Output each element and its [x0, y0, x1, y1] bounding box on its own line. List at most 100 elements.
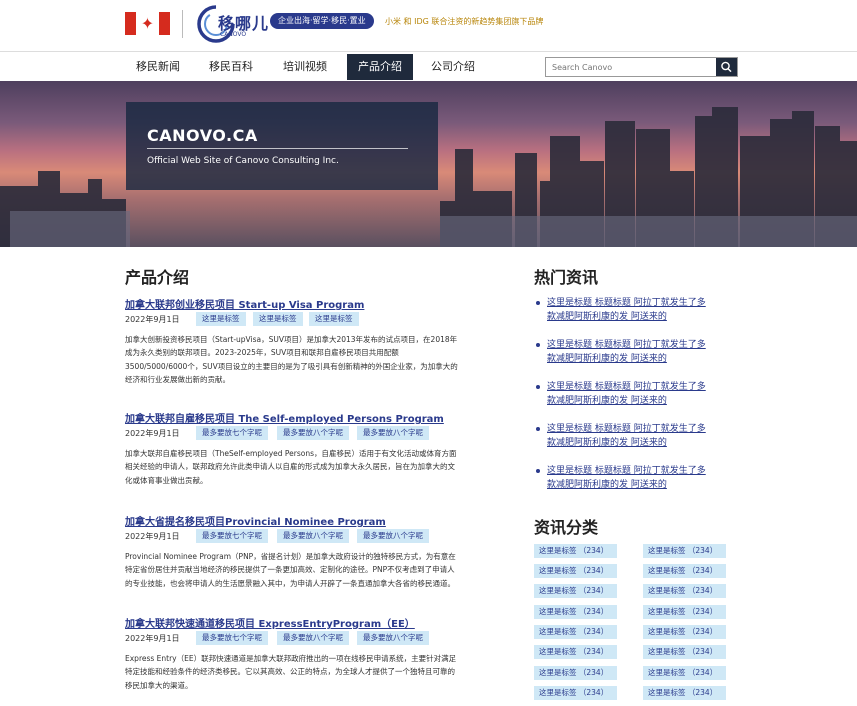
- post-body-line: 加拿大联邦自雇移民项目（TheSelf-employed Persons，自雇移…: [125, 449, 457, 458]
- post-date: 2022年9月1日: [125, 429, 180, 438]
- category-tag[interactable]: 这里是标签 （234）: [534, 645, 617, 659]
- post-title[interactable]: 加拿大联邦快速通道移民项目 ExpressEntryProgram（EE）: [125, 615, 415, 630]
- bullet-icon: [536, 343, 540, 347]
- post-self-employed: 加拿大联邦自雇移民项目 The Self-employed Persons Pr…: [125, 410, 500, 490]
- news-link-line: 这里是标题 标题标题 阿拉丁就发生了多: [547, 466, 706, 476]
- post-body: Provincial Nominee Program（PNP，省提名计划）是加拿…: [125, 550, 500, 590]
- category-tag[interactable]: 这里是标签 （234）: [643, 605, 726, 619]
- nav-item-products[interactable]: 产品介绍: [347, 54, 413, 80]
- news-link-line: 这里是标题 标题标题 阿拉丁就发生了多: [547, 424, 706, 434]
- post-body-line: 成为永久类别的联邦项目。2023-2025年，SUV项目和联邦自雇移民项目共用配…: [125, 348, 399, 358]
- news-link[interactable]: 这里是标题 标题标题 阿拉丁就发生了多 款减肥阿斯利康的发 阿送来的: [547, 422, 737, 450]
- category-tag[interactable]: 这里是标签 （234）: [534, 584, 617, 598]
- post-body-line: Express Entry（EE）联邦快速通道是加拿大联邦政府推出的一项在线移民…: [125, 654, 457, 663]
- news-link-line: 款减肥阿斯利康的发 阿送来的: [547, 396, 667, 406]
- slogan-badge: 企业出海·留学·移民·置业: [270, 13, 374, 29]
- tagline: 小米 和 IDG 联合注资的新趋势集团旗下品牌: [385, 17, 544, 26]
- maple-leaf-icon: ✦: [140, 14, 155, 33]
- header-divider: [182, 10, 183, 38]
- post-express-entry: 加拿大联邦快速通道移民项目 ExpressEntryProgram（EE） 20…: [125, 615, 500, 695]
- news-link-line: 这里是标题 标题标题 阿拉丁就发生了多: [547, 340, 706, 350]
- post-tag[interactable]: 最多要放七个字呢: [196, 426, 268, 440]
- bullet-icon: [536, 427, 540, 431]
- category-tag[interactable]: 这里是标签 （234）: [534, 564, 617, 578]
- search-input[interactable]: [546, 58, 716, 76]
- news-link-line: 款减肥阿斯利康的发 阿送来的: [547, 480, 667, 490]
- hero-caption-box: CANOVO.CA Official Web Site of Canovo Co…: [126, 102, 438, 190]
- post-body: Express Entry（EE）联邦快速通道是加拿大联邦政府推出的一项在线移民…: [125, 652, 500, 692]
- post-date: 2022年9月1日: [125, 315, 180, 324]
- post-tag[interactable]: 这里是标签: [196, 312, 246, 326]
- logo-subtext: CANOVO: [220, 31, 247, 38]
- post-title[interactable]: 加拿大省提名移民项目Provincial Nominee Program: [125, 513, 386, 528]
- post-body-line: 相关经验的申请人，联邦政府允许此类申请人以自雇的形式成为加拿大永久居民，旨在为加…: [125, 462, 455, 472]
- news-link-line: 款减肥阿斯利康的发 阿送来的: [547, 438, 667, 448]
- post-tag[interactable]: 最多要放八个字呢: [357, 631, 429, 645]
- post-tag[interactable]: 最多要放八个字呢: [277, 426, 349, 440]
- post-startup-visa: 加拿大联邦创业移民项目 Start-up Visa Program 2022年9…: [125, 296, 500, 392]
- post-tag[interactable]: 最多要放八个字呢: [277, 529, 349, 543]
- search-box: [545, 57, 738, 77]
- news-link[interactable]: 这里是标题 标题标题 阿拉丁就发生了多 款减肥阿斯利康的发 阿送来的: [547, 464, 737, 492]
- category-tag[interactable]: 这里是标签 （234）: [534, 686, 617, 700]
- post-tag[interactable]: 最多要放八个字呢: [357, 529, 429, 543]
- post-provincial-nominee: 加拿大省提名移民项目Provincial Nominee Program 202…: [125, 513, 500, 593]
- post-body-line: 的专业技能，也会将申请人的生活愿景融入其中，为申请人开辟了一条直通加拿大各省的移…: [125, 578, 455, 588]
- categories-title: 资讯分类: [534, 518, 599, 537]
- category-tag[interactable]: 这里是标签 （234）: [643, 666, 726, 680]
- post-date: 2022年9月1日: [125, 634, 180, 643]
- news-link-line: 这里是标题 标题标题 阿拉丁就发生了多: [547, 382, 706, 392]
- post-body-line: 经济和行业发展做出新的贡献。: [125, 375, 230, 385]
- category-tag[interactable]: 这里是标签 （234）: [534, 666, 617, 680]
- post-title[interactable]: 加拿大联邦自雇移民项目 The Self-employed Persons Pr…: [125, 410, 444, 425]
- post-tag[interactable]: 最多要放七个字呢: [196, 631, 268, 645]
- post-body-line: 化或体育事业做出贡献。: [125, 475, 208, 485]
- news-link[interactable]: 这里是标题 标题标题 阿拉丁就发生了多 款减肥阿斯利康的发 阿送来的: [547, 296, 737, 324]
- post-body-line: 3500/5000/6000个，SUV项目设立的主要目的是为了吸引具有创新精神的…: [125, 361, 458, 371]
- news-link[interactable]: 这里是标题 标题标题 阿拉丁就发生了多 款减肥阿斯利康的发 阿送来的: [547, 380, 737, 408]
- products-section-title: 产品介绍: [125, 268, 190, 287]
- search-icon: [721, 61, 732, 73]
- bullet-icon: [536, 469, 540, 473]
- category-tag[interactable]: 这里是标签 （234）: [643, 564, 726, 578]
- post-body-line: 移民加拿大的渠道。: [125, 680, 193, 690]
- nav-item-training-videos[interactable]: 培训视频: [273, 54, 337, 80]
- post-meta: 2022年9月1日 最多要放七个字呢 最多要放八个字呢 最多要放八个字呢: [125, 426, 500, 440]
- nav-item-immigration-news[interactable]: 移民新闻: [126, 54, 190, 80]
- category-tag[interactable]: 这里是标签 （234）: [643, 686, 726, 700]
- category-tag[interactable]: 这里是标签 （234）: [643, 645, 726, 659]
- post-meta: 2022年9月1日 最多要放七个字呢 最多要放八个字呢 最多要放八个字呢: [125, 631, 500, 645]
- nav-item-immigration-wiki[interactable]: 移民百科: [199, 54, 263, 80]
- post-body-line: 加拿大创新投资移民项目（Start-upVisa，SUV项目）是加拿大2013年…: [125, 335, 458, 344]
- search-button[interactable]: [716, 58, 737, 76]
- canada-flag-icon: ✦: [125, 12, 170, 35]
- bullet-icon: [536, 385, 540, 389]
- category-tag[interactable]: 这里是标签 （234）: [643, 544, 726, 558]
- hero-divider: [147, 148, 408, 149]
- category-tag[interactable]: 这里是标签 （234）: [534, 544, 617, 558]
- news-link-line: 款减肥阿斯利康的发 阿送来的: [547, 354, 667, 364]
- category-tag[interactable]: 这里是标签 （234）: [534, 605, 617, 619]
- post-body: 加拿大创新投资移民项目（Start-upVisa，SUV项目）是加拿大2013年…: [125, 333, 500, 387]
- post-tag[interactable]: 这里是标签: [309, 312, 359, 326]
- news-link-line: 款减肥阿斯利康的发 阿送来的: [547, 312, 667, 322]
- category-tag[interactable]: 这里是标签 （234）: [643, 584, 726, 598]
- post-body-line: 特定技能和经验条件的经济类移民。它以其高效、公正的特点，为全球人才提供了一个独特…: [125, 667, 455, 677]
- news-link[interactable]: 这里是标题 标题标题 阿拉丁就发生了多 款减肥阿斯利康的发 阿送来的: [547, 338, 737, 366]
- post-meta: 2022年9月1日 最多要放七个字呢 最多要放八个字呢 最多要放八个字呢: [125, 529, 500, 543]
- post-body: 加拿大联邦自雇移民项目（TheSelf-employed Persons，自雇移…: [125, 447, 500, 487]
- post-tag[interactable]: 最多要放八个字呢: [277, 631, 349, 645]
- bullet-icon: [536, 301, 540, 305]
- category-tag[interactable]: 这里是标签 （234）: [534, 625, 617, 639]
- hot-news-title: 热门资讯: [534, 268, 599, 287]
- post-tag[interactable]: 最多要放七个字呢: [196, 529, 268, 543]
- nav-item-company[interactable]: 公司介绍: [421, 54, 485, 80]
- post-body-line: 特定省份居住并贡献当地经济的移民提供了一条更加高效、定制化的途径。PNP不仅考虑…: [125, 565, 455, 575]
- post-title[interactable]: 加拿大联邦创业移民项目 Start-up Visa Program: [125, 296, 364, 311]
- category-tag[interactable]: 这里是标签 （234）: [643, 625, 726, 639]
- post-tag[interactable]: 最多要放八个字呢: [357, 426, 429, 440]
- flag-bar-right: [159, 12, 170, 35]
- news-link-line: 这里是标题 标题标题 阿拉丁就发生了多: [547, 298, 706, 308]
- post-tag[interactable]: 这里是标签: [253, 312, 303, 326]
- post-date: 2022年9月1日: [125, 532, 180, 541]
